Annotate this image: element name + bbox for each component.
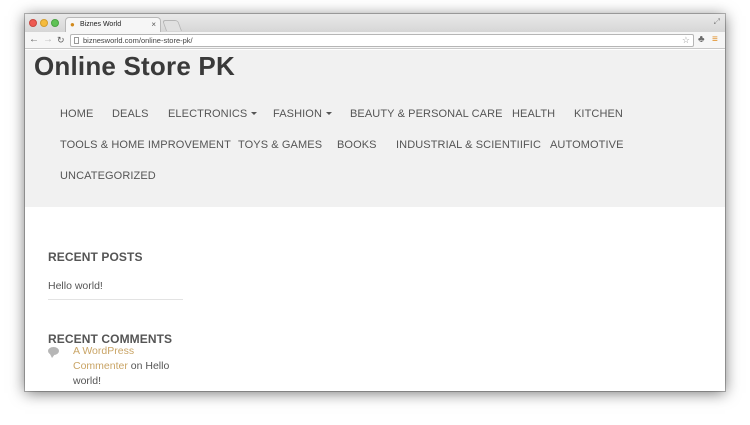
site-header: Online Store PK HOME DEALS ELECTRONICS F… [25, 50, 725, 207]
address-text: biznesworld.com/online-store-pk/ [83, 36, 193, 45]
nav-item-fashion[interactable]: FASHION [273, 108, 332, 120]
nav-item-deals[interactable]: DEALS [112, 108, 149, 120]
nav-item-label: ELECTRONICS [168, 108, 248, 120]
address-bar[interactable]: biznesworld.com/online-store-pk/ ☆ [70, 34, 694, 47]
nav-item-label: FASHION [273, 108, 322, 120]
nav-item-home[interactable]: HOME [60, 108, 93, 120]
fullscreen-icon[interactable]: ⤢ [714, 17, 720, 27]
browser-window: ● Biznes World × ⤢ ← → ↻ biznesworld.com… [25, 14, 725, 391]
nav-item-label: KITCHEN [574, 108, 623, 120]
nav-item-label: AUTOMOTIVE [550, 139, 624, 151]
comment-connector: on [127, 360, 146, 372]
star-icon[interactable]: ☆ [682, 35, 690, 46]
close-window-icon[interactable] [29, 19, 37, 27]
new-tab-button[interactable] [161, 20, 183, 31]
nav-item-uncategorized[interactable]: UNCATEGORIZED [60, 170, 156, 182]
caret-down-icon [251, 112, 258, 115]
nav-item-kitchen[interactable]: KITCHEN [574, 108, 623, 120]
menu-icon[interactable]: ≡ [712, 34, 718, 46]
recent-comment: A WordPress Commenter on Hello world! [73, 344, 183, 389]
page-content: Online Store PK HOME DEALS ELECTRONICS F… [25, 50, 725, 391]
tab-close-icon[interactable]: × [151, 18, 156, 32]
arrow-right-icon[interactable]: → [43, 34, 53, 46]
recent-posts-title: RECENT POSTS [48, 250, 143, 264]
nav-item-label: BEAUTY & PERSONAL CARE [350, 108, 503, 120]
nav-item-label: BOOKS [337, 139, 377, 151]
title-bar: ● Biznes World × ⤢ [25, 14, 725, 32]
browser-tab[interactable]: ● Biznes World × [65, 17, 161, 32]
nav-item-label: HEALTH [512, 108, 556, 120]
minimize-window-icon[interactable] [40, 19, 48, 27]
nav-item-industrial[interactable]: INDUSTRIAL & SCIENTIIFIC [396, 139, 541, 151]
nav-item-label: INDUSTRIAL & SCIENTIIFIC [396, 139, 542, 151]
nav-item-label: TOYS & GAMES [238, 139, 323, 151]
arrow-left-icon[interactable]: ← [29, 34, 39, 46]
page-icon [74, 37, 79, 44]
nav-item-tools[interactable]: TOOLS & HOME IMPROVEMENT [60, 139, 231, 151]
extension-icon[interactable]: ♣ [698, 34, 705, 46]
nav-item-beauty[interactable]: BEAUTY & PERSONAL CARE [350, 108, 503, 120]
nav-item-label: TOOLS & HOME IMPROVEMENT [60, 139, 231, 151]
comment-author-link[interactable]: A WordPress Commenter [73, 345, 134, 372]
site-title[interactable]: Online Store PK [34, 51, 235, 82]
nav-item-label: UNCATEGORIZED [60, 170, 156, 182]
browser-toolbar: ← → ↻ biznesworld.com/online-store-pk/ ☆… [25, 32, 725, 49]
caret-down-icon [326, 112, 332, 115]
reload-icon[interactable]: ↻ [57, 34, 65, 46]
map-pin-icon: ● [70, 20, 75, 29]
tab-title: Biznes World [80, 21, 122, 28]
maximize-window-icon[interactable] [51, 19, 59, 27]
nav-item-label: DEALS [112, 108, 149, 120]
nav-item-health[interactable]: HEALTH [512, 108, 555, 120]
widget-divider [48, 299, 183, 300]
comment-icon [48, 347, 59, 358]
nav-item-electronics[interactable]: ELECTRONICS [168, 108, 258, 120]
nav-item-toys[interactable]: TOYS & GAMES [238, 139, 322, 151]
recent-post-link[interactable]: Hello world! [48, 280, 103, 292]
nav-item-books[interactable]: BOOKS [337, 139, 377, 151]
nav-item-automotive[interactable]: AUTOMOTIVE [550, 139, 624, 151]
nav-item-label: HOME [60, 108, 94, 120]
